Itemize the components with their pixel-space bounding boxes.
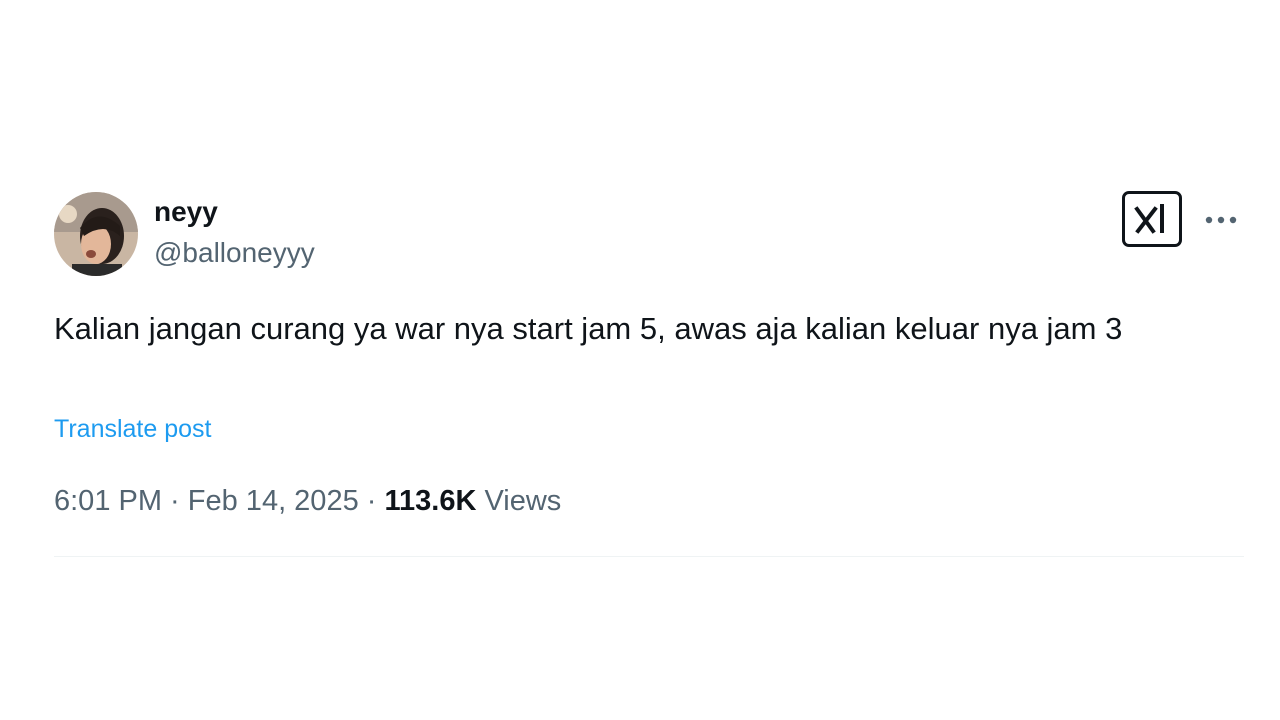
author-info: neyy @balloneyyy bbox=[154, 196, 315, 270]
meta-separator: · bbox=[162, 485, 188, 517]
more-options-button[interactable] bbox=[1202, 208, 1240, 232]
post-text: Kalian jangan curang ya war nya start ja… bbox=[54, 311, 1123, 346]
grok-icon bbox=[1134, 204, 1164, 234]
post-time[interactable]: 6:01 PM bbox=[54, 485, 162, 517]
meta-separator: · bbox=[358, 485, 385, 517]
views-count[interactable]: 113.6K bbox=[384, 485, 476, 517]
post-card[interactable]: neyy @balloneyyy Kalian jangan curang ya… bbox=[20, 162, 1278, 557]
translate-post-link[interactable]: Translate post bbox=[54, 414, 211, 444]
avatar[interactable] bbox=[54, 192, 138, 276]
grok-button[interactable] bbox=[1122, 191, 1182, 247]
author-display-name[interactable]: neyy bbox=[154, 196, 315, 228]
post-meta: 6:01 PM · Feb 14, 2025 · 113.6K Views bbox=[54, 484, 561, 518]
profile-photo-icon bbox=[54, 192, 138, 276]
divider bbox=[54, 556, 1244, 557]
post-date[interactable]: Feb 14, 2025 bbox=[188, 485, 359, 517]
author-handle[interactable]: @balloneyyy bbox=[154, 236, 315, 270]
views-label: Views bbox=[484, 485, 562, 517]
more-horizontal-icon bbox=[1205, 216, 1237, 224]
